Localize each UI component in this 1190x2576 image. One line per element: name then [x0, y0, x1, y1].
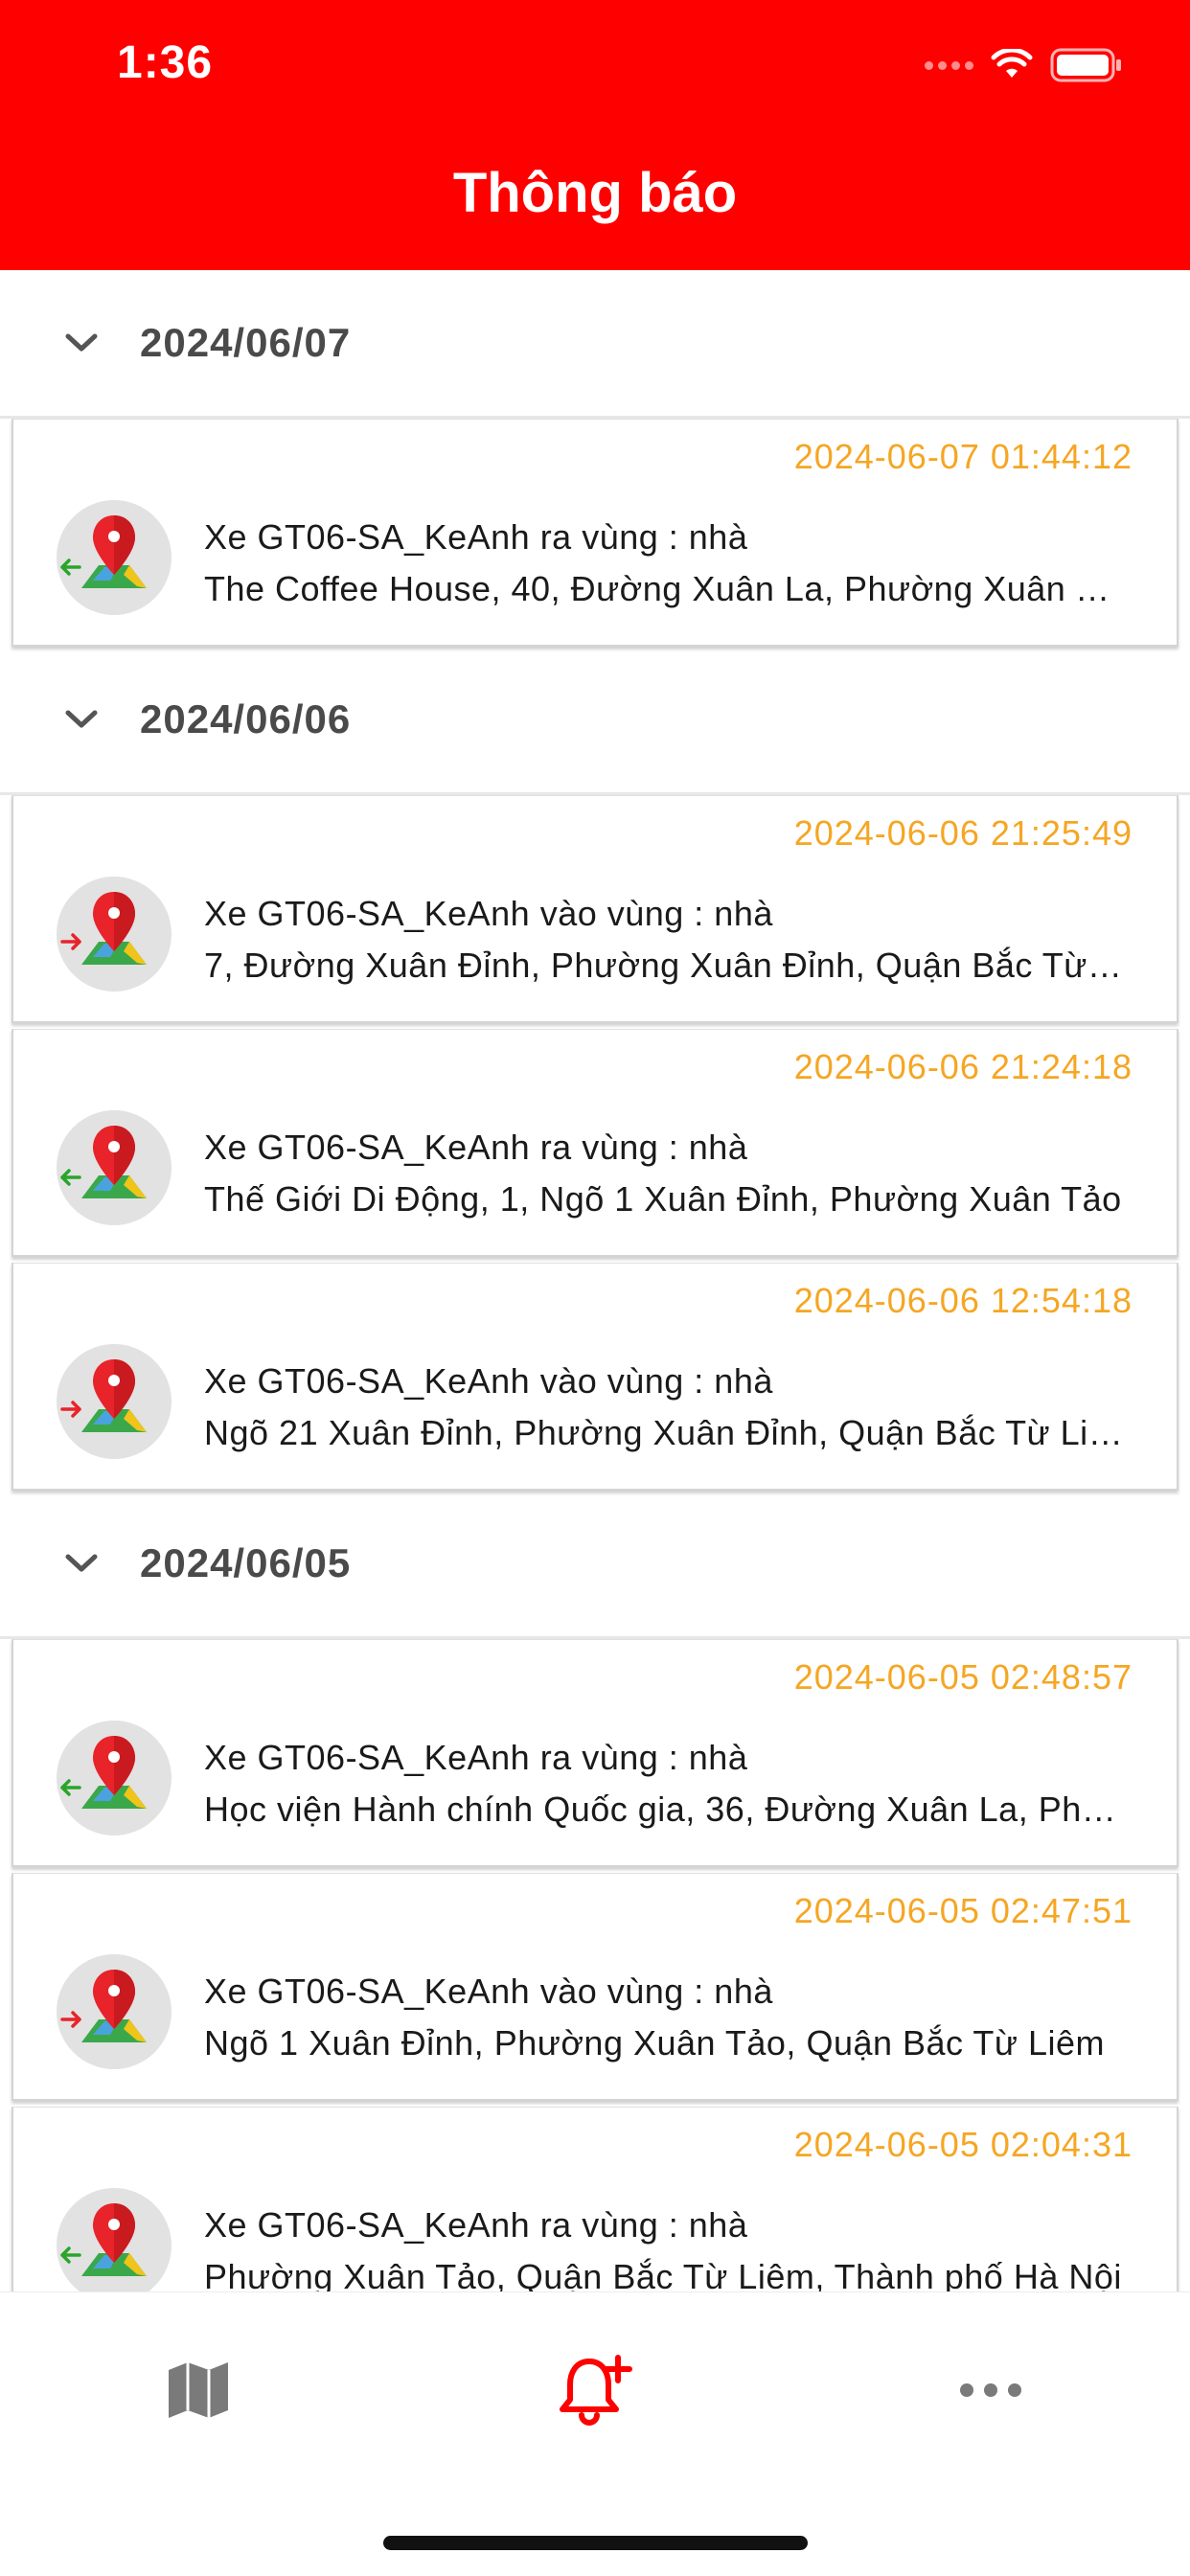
app-header: 1:36 Thông báo [0, 0, 1190, 270]
geofence-enter-icon [57, 877, 172, 992]
notification-time: 2024-06-06 21:25:49 [793, 813, 1133, 853]
geofence-enter-icon [57, 1344, 172, 1459]
notification-address: 7, Đường Xuân Đỉnh, Phường Xuân Đỉnh, Qu… [204, 946, 1124, 985]
date-group-header[interactable]: 2024/06/07 [0, 270, 1190, 419]
notification-item[interactable]: 2024-06-06 12:54:18 Xe GT06-SA_KeAnh vào… [11, 1263, 1179, 1491]
notification-address: Thế Giới Di Động, 1, Ngõ 1 Xuân Đỉnh, Ph… [204, 1179, 1122, 1219]
home-indicator [383, 2536, 808, 2550]
geofence-exit-icon [57, 2188, 172, 2291]
map-icon [169, 2362, 228, 2418]
notification-time: 2024-06-05 02:48:57 [793, 1657, 1133, 1697]
notification-list[interactable]: 2024/06/07 2024-06-07 01:44:12 Xe GT06-S… [0, 270, 1190, 2291]
bell-plus-icon [560, 2355, 632, 2426]
geofence-enter-icon [57, 1954, 172, 2069]
tab-more[interactable] [933, 2342, 1048, 2438]
geofence-exit-icon [57, 1721, 172, 1835]
chevron-down-icon [48, 700, 115, 739]
notification-title: Xe GT06-SA_KeAnh vào vùng : nhà [204, 1972, 773, 2011]
notification-address: The Coffee House, 40, Đường Xuân La, Phư… [204, 569, 1124, 608]
group-date: 2024/06/06 [140, 696, 352, 741]
tab-bar [0, 2291, 1190, 2576]
group-date: 2024/06/05 [140, 1540, 352, 1585]
notification-item[interactable]: 2024-06-05 02:04:31 Xe GT06-SA_KeAnh ra … [11, 2107, 1179, 2291]
notification-time: 2024-06-07 01:44:12 [793, 437, 1133, 476]
notification-address: Ngõ 1 Xuân Đỉnh, Phường Xuân Tảo, Quận B… [204, 2023, 1106, 2063]
tab-map[interactable] [141, 2342, 256, 2438]
more-icon [960, 2383, 1021, 2397]
chevron-down-icon [48, 1544, 115, 1583]
notification-address: Học viện Hành chính Quốc gia, 36, Đường … [204, 1790, 1124, 1829]
notification-time: 2024-06-05 02:04:31 [793, 2125, 1133, 2164]
notification-title: Xe GT06-SA_KeAnh ra vùng : nhà [204, 1128, 748, 1167]
notification-title: Xe GT06-SA_KeAnh ra vùng : nhà [204, 1738, 748, 1777]
notification-address: Ngõ 21 Xuân Đỉnh, Phường Xuân Đỉnh, Quận… [204, 1413, 1124, 1452]
status-icons [925, 42, 1123, 88]
wifi-icon [991, 49, 1033, 78]
notification-item[interactable]: 2024-06-06 21:25:49 Xe GT06-SA_KeAnh vào… [11, 795, 1179, 1023]
cellular-signal-icon [925, 60, 973, 70]
notification-item[interactable]: 2024-06-07 01:44:12 Xe GT06-SA_KeAnh ra … [11, 419, 1179, 647]
notification-time: 2024-06-06 21:24:18 [793, 1047, 1133, 1086]
geofence-exit-icon [57, 1110, 172, 1225]
notification-title: Xe GT06-SA_KeAnh ra vùng : nhà [204, 2205, 748, 2245]
notification-time: 2024-06-05 02:47:51 [793, 1891, 1133, 1930]
notification-title: Xe GT06-SA_KeAnh vào vùng : nhà [204, 894, 773, 933]
date-group-header[interactable]: 2024/06/06 [0, 647, 1190, 795]
status-time: 1:36 [117, 37, 214, 88]
notification-time: 2024-06-06 12:54:18 [793, 1281, 1133, 1320]
notification-address: Phường Xuân Tảo, Quận Bắc Từ Liêm, Thành… [204, 2257, 1122, 2291]
tab-notifications[interactable] [538, 2342, 652, 2438]
notification-item[interactable]: 2024-06-06 21:24:18 Xe GT06-SA_KeAnh ra … [11, 1029, 1179, 1257]
date-group-header[interactable]: 2024/06/05 [0, 1491, 1190, 1639]
notification-title: Xe GT06-SA_KeAnh vào vùng : nhà [204, 1361, 773, 1401]
chevron-down-icon [48, 324, 115, 362]
notification-item[interactable]: 2024-06-05 02:48:57 Xe GT06-SA_KeAnh ra … [11, 1639, 1179, 1867]
notification-item[interactable]: 2024-06-05 02:47:51 Xe GT06-SA_KeAnh vào… [11, 1873, 1179, 2101]
battery-icon [1050, 48, 1121, 82]
page-title: Thông báo [452, 162, 738, 224]
group-date: 2024/06/07 [140, 320, 352, 365]
geofence-exit-icon [57, 500, 172, 615]
notification-title: Xe GT06-SA_KeAnh ra vùng : nhà [204, 517, 748, 557]
